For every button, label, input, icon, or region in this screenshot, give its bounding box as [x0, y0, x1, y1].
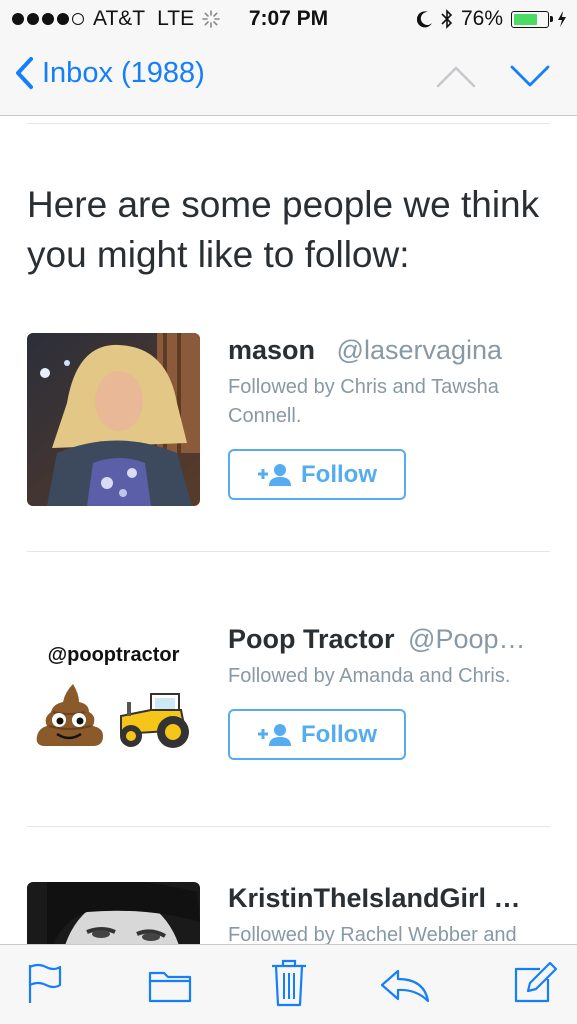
user-name[interactable]: mason [228, 335, 315, 365]
moon-icon [416, 11, 432, 28]
divider [27, 551, 550, 552]
user-name[interactable]: Poop Tractor [228, 624, 395, 654]
follow-button[interactable]: Follow [228, 449, 406, 500]
user-handle[interactable]: @laservagina [337, 335, 503, 365]
followed-by-text: Followed by Chris and Tawsha Connell. [228, 376, 499, 427]
follow-label: Follow [301, 720, 377, 748]
status-bar: AT&T LTE 7:07 PM 76% [0, 0, 577, 38]
back-label: Inbox (1988) [42, 56, 205, 89]
status-right: 76% [416, 7, 567, 31]
reply-icon[interactable] [380, 967, 430, 1003]
kristin-avatar-photo [27, 882, 200, 944]
followed-by-text: Followed by Amanda and Chris. [228, 665, 511, 687]
tractor-emoji-icon [120, 693, 189, 748]
folder-icon[interactable] [148, 967, 192, 1003]
back-to-inbox-button[interactable]: Inbox (1988) [14, 56, 205, 90]
battery-percent: 76% [460, 7, 503, 30]
suggestion-name-line: Poop Tractor @Poop… [228, 624, 548, 655]
suggestion-name-line: KristinTheIslandGirl … [228, 883, 548, 914]
top-divider [27, 123, 550, 124]
intro-heading: Here are some people we think you might … [27, 184, 540, 275]
chevron-left-icon [16, 57, 33, 89]
avatar[interactable] [27, 882, 200, 944]
user-name[interactable]: KristinTheIslandGirl … [228, 883, 521, 913]
battery-icon [511, 10, 553, 28]
poop-emoji-icon [36, 684, 103, 746]
add-user-icon [258, 723, 291, 746]
trash-icon[interactable] [270, 959, 308, 1007]
add-user-icon [258, 463, 291, 486]
follow-button[interactable]: Follow [228, 709, 406, 760]
user-handle[interactable]: @Poop… [408, 624, 525, 654]
previous-message-chevron-up-icon[interactable] [436, 64, 476, 88]
mason-avatar-photo [27, 333, 200, 506]
suggestion-name-line: mason @laservagina [228, 335, 548, 366]
battery-fill [514, 13, 538, 25]
avatar[interactable]: @pooptractor [27, 598, 200, 771]
compose-icon[interactable] [512, 961, 558, 1005]
follow-label: Follow [301, 460, 377, 488]
avatar-handle-text: @pooptractor [47, 644, 180, 666]
next-message-chevron-down-icon[interactable] [510, 64, 550, 88]
bluetooth-icon [441, 9, 453, 29]
navigation-bar: Inbox (1988) [0, 38, 577, 116]
avatar[interactable] [27, 333, 200, 506]
flag-icon[interactable] [26, 963, 62, 1005]
bottom-toolbar [0, 944, 577, 1024]
email-body: Here are some people we think you might … [0, 116, 577, 944]
divider [27, 826, 550, 827]
charging-bolt-icon [558, 11, 566, 27]
followed-by-text: Followed by Rachel Webber and [228, 924, 517, 944]
